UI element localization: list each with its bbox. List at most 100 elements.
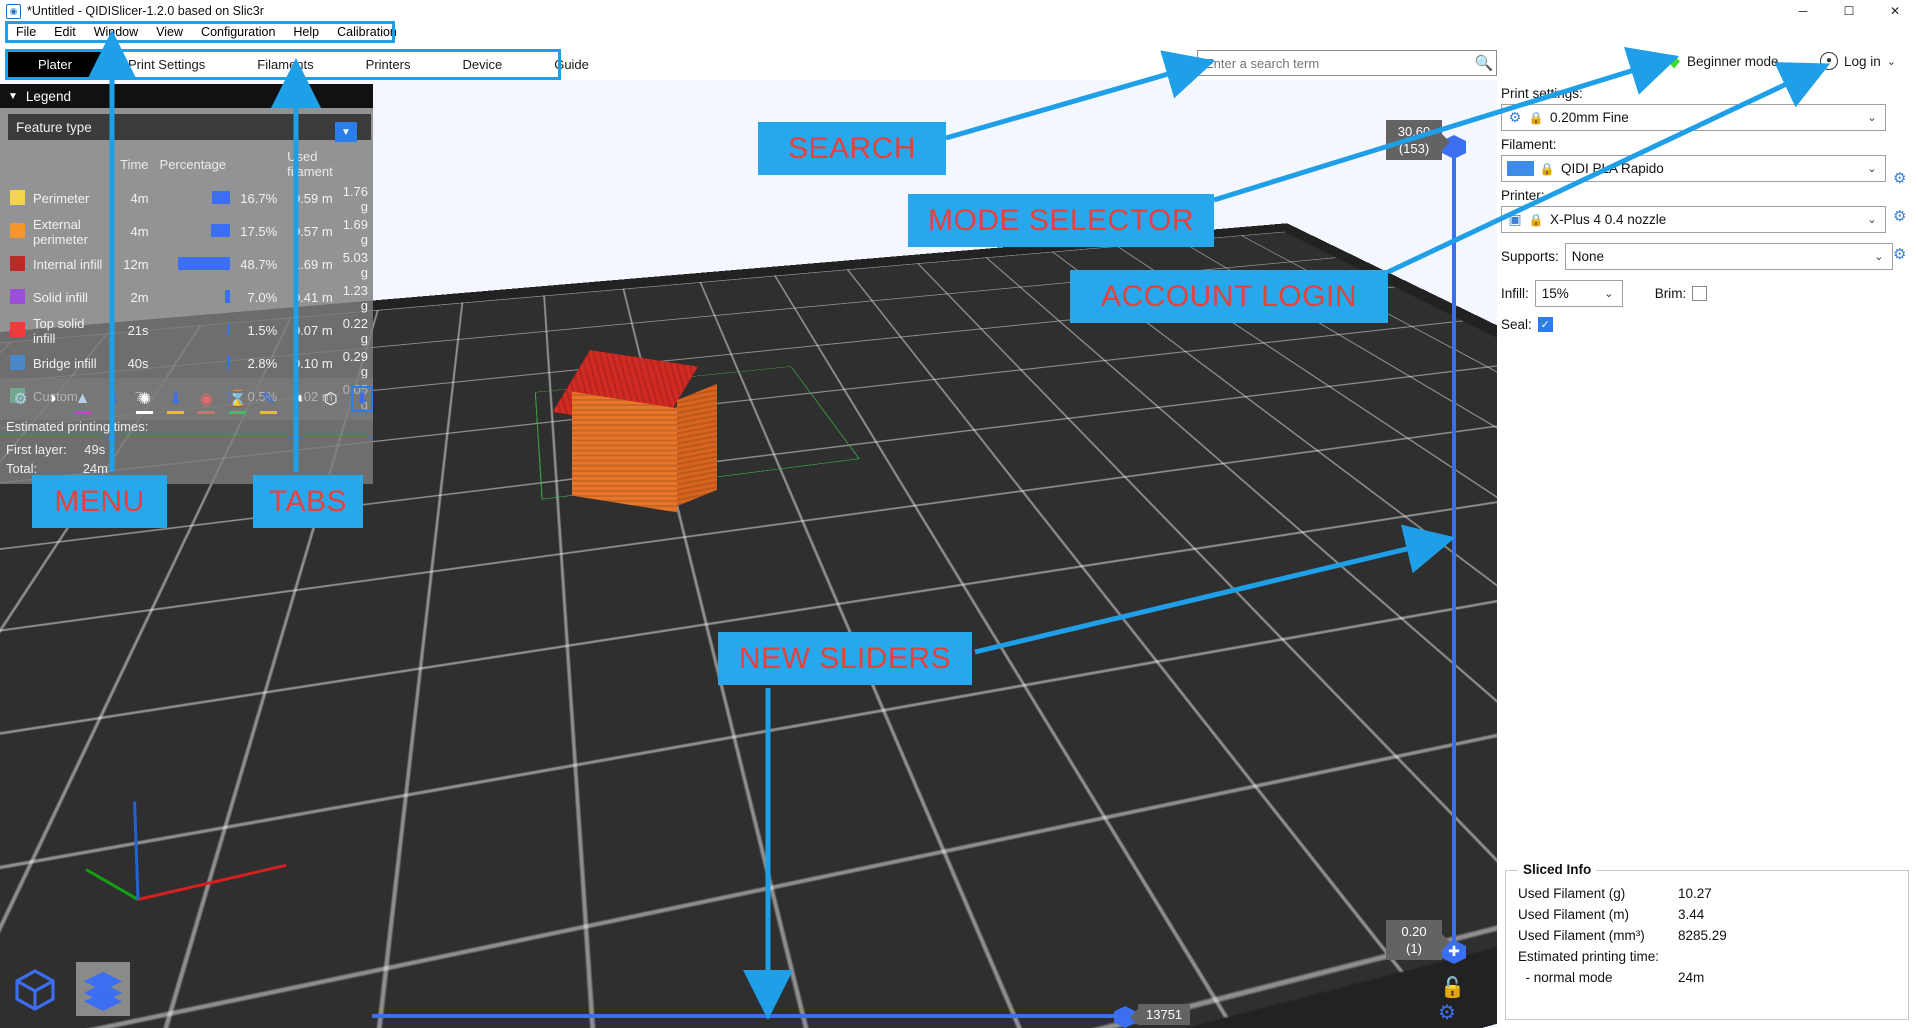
legend-length: 0.07 m [292,323,333,338]
minimize-button[interactable]: ─ [1780,0,1826,22]
search-box[interactable]: 🔍 [1197,50,1497,76]
legend-percentage: 2.8% [247,356,278,371]
legend-weight: 1.76 g [342,183,368,214]
layer-slider-lower-tooltip: 0.20 (1) [1386,920,1450,960]
print-settings-chevron-down-icon[interactable]: ⌄ [1859,111,1885,124]
pause-print-icon[interactable]: ⌛ [227,386,248,414]
filament-combo[interactable]: 🔒 QIDI PLA Rapido ⌄ [1501,155,1886,182]
legend-time: 12m [123,257,149,272]
legend-time: 21s [127,323,149,338]
layers-icon [83,971,123,1012]
editor-view-icon[interactable] [8,962,62,1016]
printer-combo[interactable]: ▣ 🔒 X-Plus 4 0.4 nozzle ⌄ [1501,206,1886,233]
account-login[interactable]: ● Log in ⌄ [1820,52,1896,70]
legend-percentage-bar [228,322,231,336]
first-layer-value: 49s [84,442,106,457]
print-settings-combo[interactable]: ⚙ 🔒 0.20mm Fine ⌄ [1501,104,1886,131]
supports-chevron-down-icon[interactable]: ⌄ [1866,250,1892,263]
infill-label: Infill: [1501,286,1529,301]
legend-length: 0.41 m [292,290,333,305]
view-mode-switcher [8,962,130,1016]
brim-checkbox[interactable] [1692,286,1708,301]
supports-combo[interactable]: None ⌄ [1564,243,1893,270]
infill-combo[interactable]: 15% ⌄ [1534,280,1623,307]
legend-time: 40s [127,356,149,371]
legend-view-type-value: Feature type [16,119,92,135]
shell-icon[interactable]: ◑ [41,386,62,412]
legend-row: Solid infill 2m 7.0% 0.41 m 1.23 g [0,281,373,314]
legend-dropdown-icon[interactable]: ▼ [335,122,357,142]
legend-percentage: 1.5% [247,323,278,338]
filament-label: Filament: [1501,137,1557,152]
wireframe-cube-icon[interactable]: ⬡ [320,386,341,412]
legend-col-used-filament: Used filament [287,149,333,179]
filament-chevron-down-icon[interactable]: ⌄ [1859,162,1885,175]
retractions-icon[interactable]: ⬇ [165,386,186,414]
shell-half-icon[interactable]: ◖ [289,386,310,412]
legend-percentage-bar [211,223,231,237]
travel-icon[interactable]: ✺ [134,386,155,414]
color-change-icon[interactable]: ◉ [196,386,217,414]
maximize-button[interactable]: ☐ [1826,0,1872,22]
legend-color-swatch [10,288,25,304]
legend-panel: ▼ Legend Feature type ▼ Time Percentage … [0,84,373,484]
seams-icon[interactable]: ⇩ [103,386,124,412]
login-label: Log in [1844,53,1881,69]
legend-row: Bridge infill 40s 2.8% 0.10 m 0.29 g [0,347,373,380]
arrange-icon[interactable]: ⚙ [10,386,31,412]
legend-weight: 5.03 g [342,249,368,280]
close-button[interactable]: ✕ [1872,0,1918,22]
title-bar: ◉ *Untitled - QIDISlicer-1.2.0 based on … [0,0,1918,22]
sliced-info-row: - normal mode 24m [1506,967,1908,988]
print-settings-edit-gear-icon[interactable]: ⚙ [1893,169,1906,187]
layer-slider-track[interactable] [1452,140,1456,950]
moves-slider-tooltip: 13751 [1129,1004,1191,1025]
app-logo-icon: ◉ [6,3,21,19]
printer-label: Printer: [1501,188,1545,203]
search-input[interactable] [1198,55,1472,71]
first-layer-key: First layer: [6,442,67,457]
model-cube[interactable] [552,338,760,528]
layer-slider[interactable]: ✚ [1442,135,1466,964]
legend-collapse-icon[interactable]: ▼ [8,91,18,102]
legend-percentage: 7.0% [247,290,278,305]
legend-header[interactable]: ▼ Legend [0,84,373,108]
printer-icon: ▣ [1508,211,1522,227]
legend-view-type-select[interactable]: Feature type [8,114,371,140]
annotation-new-sliders: NEW SLIDERS [718,632,972,685]
moves-slider-track[interactable] [372,1014,1124,1018]
legend-feature-name: Bridge infill [33,356,97,371]
chevron-down-icon[interactable]: ⌄ [1786,55,1795,68]
preview-view-icon[interactable] [76,962,130,1016]
legend-feature-name: Solid infill [33,290,88,305]
tool-marker-icon[interactable]: ⬇ [351,386,373,412]
supports-value: None [1571,249,1605,264]
mode-indicator-icon [1668,54,1680,69]
mode-selector[interactable]: Beginner mode ⌄ [1668,54,1795,69]
seal-checkbox[interactable]: ✓ [1537,317,1553,332]
sliced-info-row: Used Filament (mm³) 8285.29 [1506,925,1908,946]
cube-side-face [677,383,717,507]
legend-color-swatch [10,255,25,271]
legend-row: Perimeter 4m 16.7% 0.59 m 1.76 g [0,182,373,215]
legend-col-time: Time [120,156,149,172]
legend-feature-name: Top solid infill [33,315,85,346]
gear-icon[interactable]: ⚙ [1438,1000,1456,1025]
supports-icon[interactable]: ▲ [72,386,93,414]
search-icon[interactable]: 🔍 [1472,54,1496,72]
legend-percentage-bar [212,190,231,204]
custom-gcode-icon[interactable]: ✎ [258,386,279,414]
infill-chevron-down-icon[interactable]: ⌄ [1596,287,1622,300]
legend-color-swatch [10,222,25,238]
brim-label: Brim: [1654,286,1687,301]
login-chevron-down-icon[interactable]: ⌄ [1887,55,1896,68]
layer-slider-lower-index: (1) [1406,941,1422,956]
printer-edit-gear-icon[interactable]: ⚙ [1893,245,1906,263]
filament-edit-gear-icon[interactable]: ⚙ [1893,207,1906,225]
printer-chevron-down-icon[interactable]: ⌄ [1859,213,1885,226]
sliced-info-key: Used Filament (m) [1518,907,1630,922]
legend-color-swatch [10,189,25,205]
legend-percentage-bar [178,256,231,270]
lock-open-icon[interactable]: 🔓 [1440,975,1465,1000]
moves-slider[interactable]: 13751 [372,1004,1191,1028]
